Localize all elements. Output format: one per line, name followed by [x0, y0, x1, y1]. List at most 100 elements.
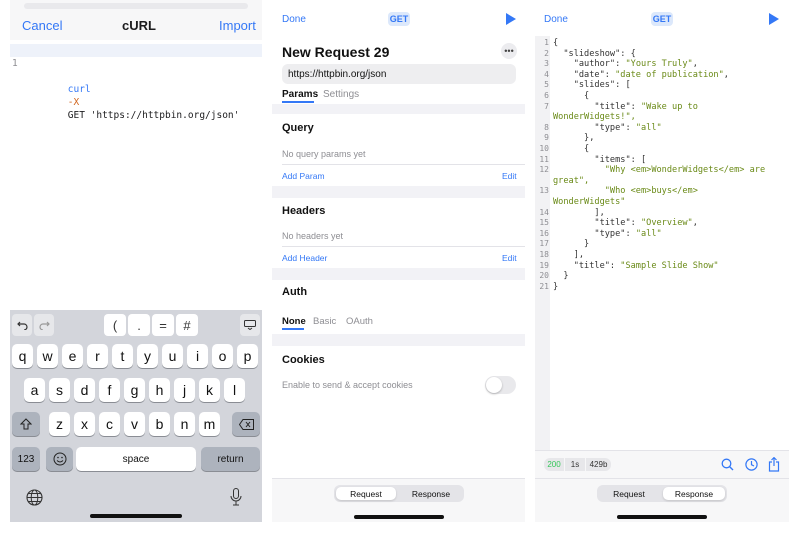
key-i[interactable]: i	[187, 344, 208, 368]
toolbar-key[interactable]: #	[176, 314, 198, 336]
edit-headers-button[interactable]: Edit	[502, 253, 517, 263]
segment-request[interactable]: Request	[599, 487, 659, 500]
key-h[interactable]: h	[149, 378, 170, 402]
toolbar-key[interactable]: .	[128, 314, 150, 336]
code-line: WonderWidgets"	[535, 197, 789, 208]
key-o[interactable]: o	[212, 344, 233, 368]
key-p[interactable]: p	[237, 344, 258, 368]
key-q[interactable]: q	[12, 344, 33, 368]
key-r[interactable]: r	[87, 344, 108, 368]
curl-editor[interactable]: 1 curl -X GET 'https://httpbin.org/json'	[10, 40, 262, 310]
globe-key[interactable]	[26, 489, 43, 511]
key-e[interactable]: e	[62, 344, 83, 368]
line-number: 20	[539, 271, 549, 281]
return-key[interactable]: return	[201, 447, 260, 471]
key-a[interactable]: a	[24, 378, 45, 402]
code-text: ],	[553, 207, 605, 218]
toolbar-key[interactable]: =	[152, 314, 174, 336]
globe-icon	[26, 489, 43, 506]
bottom-toolbar: Request Response	[535, 478, 789, 522]
search-button[interactable]	[721, 458, 734, 476]
key-l[interactable]: l	[224, 378, 245, 402]
tab-params[interactable]: Params	[282, 89, 318, 100]
edit-params-button[interactable]: Edit	[502, 171, 517, 181]
line-number: 11	[539, 154, 549, 164]
key-c[interactable]: c	[99, 412, 120, 436]
hide-keyboard-key[interactable]	[240, 314, 260, 336]
key-b[interactable]: b	[149, 412, 170, 436]
line-number: 1	[544, 38, 549, 47]
bottom-toolbar: Request Response	[272, 478, 525, 522]
code-line: 19 "title": "Sample Slide Show"	[535, 261, 789, 272]
key-g[interactable]: g	[124, 378, 145, 402]
key-f[interactable]: f	[99, 378, 120, 402]
emoji-icon	[53, 452, 66, 466]
key-y[interactable]: y	[137, 344, 158, 368]
cancel-button[interactable]: Cancel	[22, 18, 62, 33]
numbers-key[interactable]: 123	[12, 447, 40, 471]
request-title[interactable]: New Request 29	[282, 44, 389, 60]
undo-key[interactable]	[12, 314, 32, 336]
share-button[interactable]	[768, 456, 780, 477]
key-n[interactable]: n	[174, 412, 195, 436]
code-line: 20 }	[535, 271, 789, 282]
shift-key[interactable]	[12, 412, 40, 436]
redo-key[interactable]	[34, 314, 54, 336]
divider	[282, 164, 525, 165]
code-line: 21}	[535, 282, 789, 293]
key-w[interactable]: w	[37, 344, 58, 368]
key-t[interactable]: t	[112, 344, 133, 368]
segment-response[interactable]: Response	[663, 487, 725, 500]
key-s[interactable]: s	[49, 378, 70, 402]
code-line[interactable]: 1 curl -X GET 'https://httpbin.org/json'	[10, 44, 262, 121]
auth-option-basic[interactable]: Basic	[313, 316, 336, 327]
key-v[interactable]: v	[124, 412, 145, 436]
code-line: 8 "type": "all"	[535, 123, 789, 134]
backspace-icon	[238, 418, 254, 430]
line-number: 2	[544, 48, 549, 58]
code-text: "author": "Yours Truly",	[573, 59, 698, 70]
send-play-icon[interactable]	[506, 13, 516, 25]
dictation-key[interactable]	[230, 488, 242, 511]
delete-key[interactable]	[232, 412, 260, 436]
done-button[interactable]: Done	[544, 14, 568, 25]
response-info-bar: 200 1s 429b	[535, 450, 789, 478]
import-button[interactable]: Import	[219, 18, 256, 33]
done-button[interactable]: Done	[282, 14, 306, 25]
key-d[interactable]: d	[74, 378, 95, 402]
key-x[interactable]: x	[74, 412, 95, 436]
send-play-icon[interactable]	[769, 13, 779, 25]
key-z[interactable]: z	[49, 412, 70, 436]
key-k[interactable]: k	[199, 378, 220, 402]
add-header-button[interactable]: Add Header	[282, 253, 327, 263]
cookies-label: Enable to send & accept cookies	[282, 380, 413, 390]
code-text: "Who <em>buys</em>	[604, 186, 698, 197]
auth-option-oauth[interactable]: OAuth	[346, 316, 373, 327]
key-m[interactable]: m	[199, 412, 220, 436]
tab-settings[interactable]: Settings	[323, 89, 359, 100]
code-line: 12 "Why <em>WonderWidgets</em> are	[535, 165, 789, 176]
auth-option-none[interactable]: None	[282, 316, 306, 327]
method-badge[interactable]: GET	[651, 12, 673, 26]
code-line: 7 "title": "Wake up to	[535, 102, 789, 113]
history-button[interactable]	[745, 458, 758, 476]
active-tab-underline	[282, 101, 314, 103]
active-auth-underline	[282, 328, 304, 330]
segment-response[interactable]: Response	[400, 487, 462, 500]
key-u[interactable]: u	[162, 344, 183, 368]
key-j[interactable]: j	[174, 378, 195, 402]
clock-icon	[745, 458, 758, 471]
home-indicator	[90, 514, 182, 518]
url-field[interactable]: https://httpbin.org/json	[282, 64, 516, 84]
cookies-toggle[interactable]	[485, 376, 516, 394]
code-line: 11 "items": [	[535, 155, 789, 166]
add-param-button[interactable]: Add Param	[282, 171, 325, 181]
method-badge[interactable]: GET	[388, 12, 410, 26]
space-key[interactable]: space	[76, 447, 196, 471]
toolbar-key[interactable]: (	[104, 314, 126, 336]
code-line: 6 {	[535, 91, 789, 102]
more-options-icon[interactable]: •••	[501, 43, 517, 59]
segment-request[interactable]: Request	[336, 487, 396, 500]
code-line: great",	[535, 176, 789, 187]
emoji-key[interactable]	[46, 447, 73, 471]
